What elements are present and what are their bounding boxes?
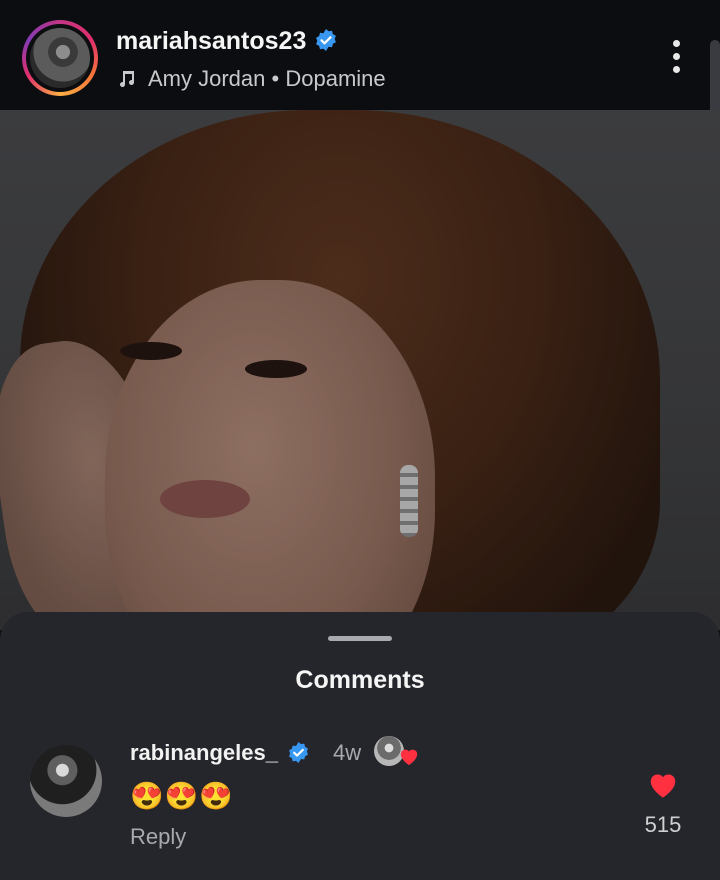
comments-sheet: Comments rabinangeles_ 4w 😍😍😍 Reply 515: [0, 612, 720, 880]
post-header: mariahsantos23 Amy Jordan • Dopamine: [0, 0, 720, 110]
comment-timestamp: 4w: [333, 740, 362, 765]
comment-text: 😍😍😍: [130, 781, 234, 811]
comment-like-count: 515: [644, 812, 682, 837]
post-username-text[interactable]: mariahsantos23: [116, 27, 306, 55]
reply-button[interactable]: Reply: [130, 824, 186, 850]
music-track: Dopamine: [285, 66, 386, 91]
commenter-username[interactable]: rabinangeles_: [130, 740, 310, 766]
audio-track-link[interactable]: Amy Jordan • Dopamine: [116, 66, 386, 92]
more-options-icon[interactable]: [664, 40, 688, 80]
music-artist: Amy Jordan: [148, 66, 266, 91]
creator-liked-heart-icon: [400, 749, 418, 766]
profile-avatar[interactable]: [22, 20, 98, 96]
verified-badge-icon: [316, 29, 337, 51]
commenter-username-text[interactable]: rabinangeles_: [130, 740, 278, 765]
verified-badge-icon: [288, 741, 308, 764]
comments-title: Comments: [295, 666, 425, 694]
sheet-drag-handle[interactable]: [328, 636, 392, 641]
post-username[interactable]: mariahsantos23: [116, 27, 338, 56]
music-note-icon: [120, 71, 134, 87]
post-photo[interactable]: [0, 110, 720, 630]
photo-dim-overlay: [0, 110, 720, 630]
commenter-avatar[interactable]: [30, 745, 102, 817]
avatar-image: [30, 28, 90, 88]
heart-icon[interactable]: [646, 769, 680, 799]
music-separator: •: [271, 66, 280, 91]
